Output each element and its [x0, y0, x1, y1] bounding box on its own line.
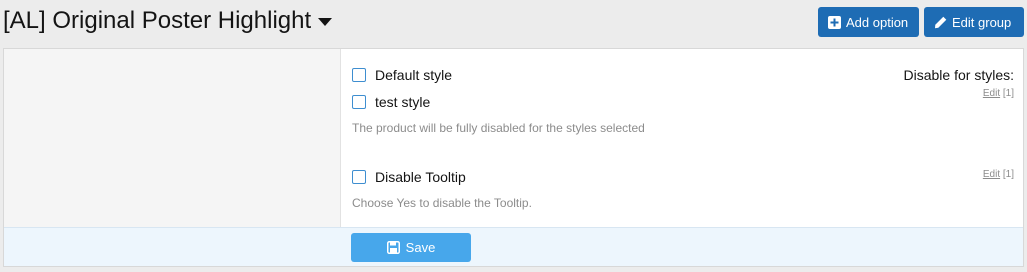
save-button[interactable]: Save [351, 233, 471, 262]
edit-phrase-count: [1] [1002, 169, 1014, 180]
row-edit-hint: Edit [1] [983, 88, 1014, 99]
save-label: Save [405, 240, 436, 255]
form-submit-row: Save [4, 227, 1023, 266]
disable-for-styles-label: Disable for styles: [903, 67, 1014, 83]
checkbox-test-style[interactable] [352, 95, 366, 109]
page-title-menu[interactable]: [AL] Original Poster Highlight [3, 6, 333, 36]
option-label: Default style [375, 67, 453, 83]
pencil-icon [935, 16, 947, 28]
page-header: [AL] Original Poster Highlight Add optio… [0, 0, 1027, 46]
plus-square-icon [828, 15, 841, 29]
add-option-label: Add option [846, 14, 909, 30]
option-label: test style [375, 94, 431, 110]
option-explain-tooltip: Choose Yes to disable the Tooltip. [352, 196, 532, 210]
edit-group-button[interactable]: Edit group [924, 7, 1024, 37]
label-column [4, 49, 341, 227]
option-test-style[interactable]: test style [352, 94, 430, 110]
edit-phrase-count: [1] [1002, 88, 1014, 99]
options-panel: Disable for styles: Edit [1] Default sty… [3, 48, 1024, 267]
checkbox-default-style[interactable] [352, 68, 366, 82]
page-title: [AL] Original Poster Highlight [3, 7, 312, 34]
edit-group-label: Edit group [952, 14, 1012, 30]
edit-phrase-link[interactable]: Edit [983, 88, 1000, 99]
add-option-button[interactable]: Add option [818, 7, 919, 37]
edit-phrase-link[interactable]: Edit [983, 169, 1000, 180]
checkbox-disable-tooltip[interactable] [352, 170, 366, 184]
caret-down-icon[interactable] [318, 18, 333, 26]
option-explain-styles: The product will be fully disabled for t… [352, 121, 645, 135]
option-default-style[interactable]: Default style [352, 67, 452, 83]
option-disable-tooltip[interactable]: Disable Tooltip [352, 169, 466, 185]
row-edit-hint: Edit [1] [983, 169, 1014, 180]
floppy-disk-icon [386, 241, 400, 254]
option-label: Disable Tooltip [375, 169, 466, 185]
